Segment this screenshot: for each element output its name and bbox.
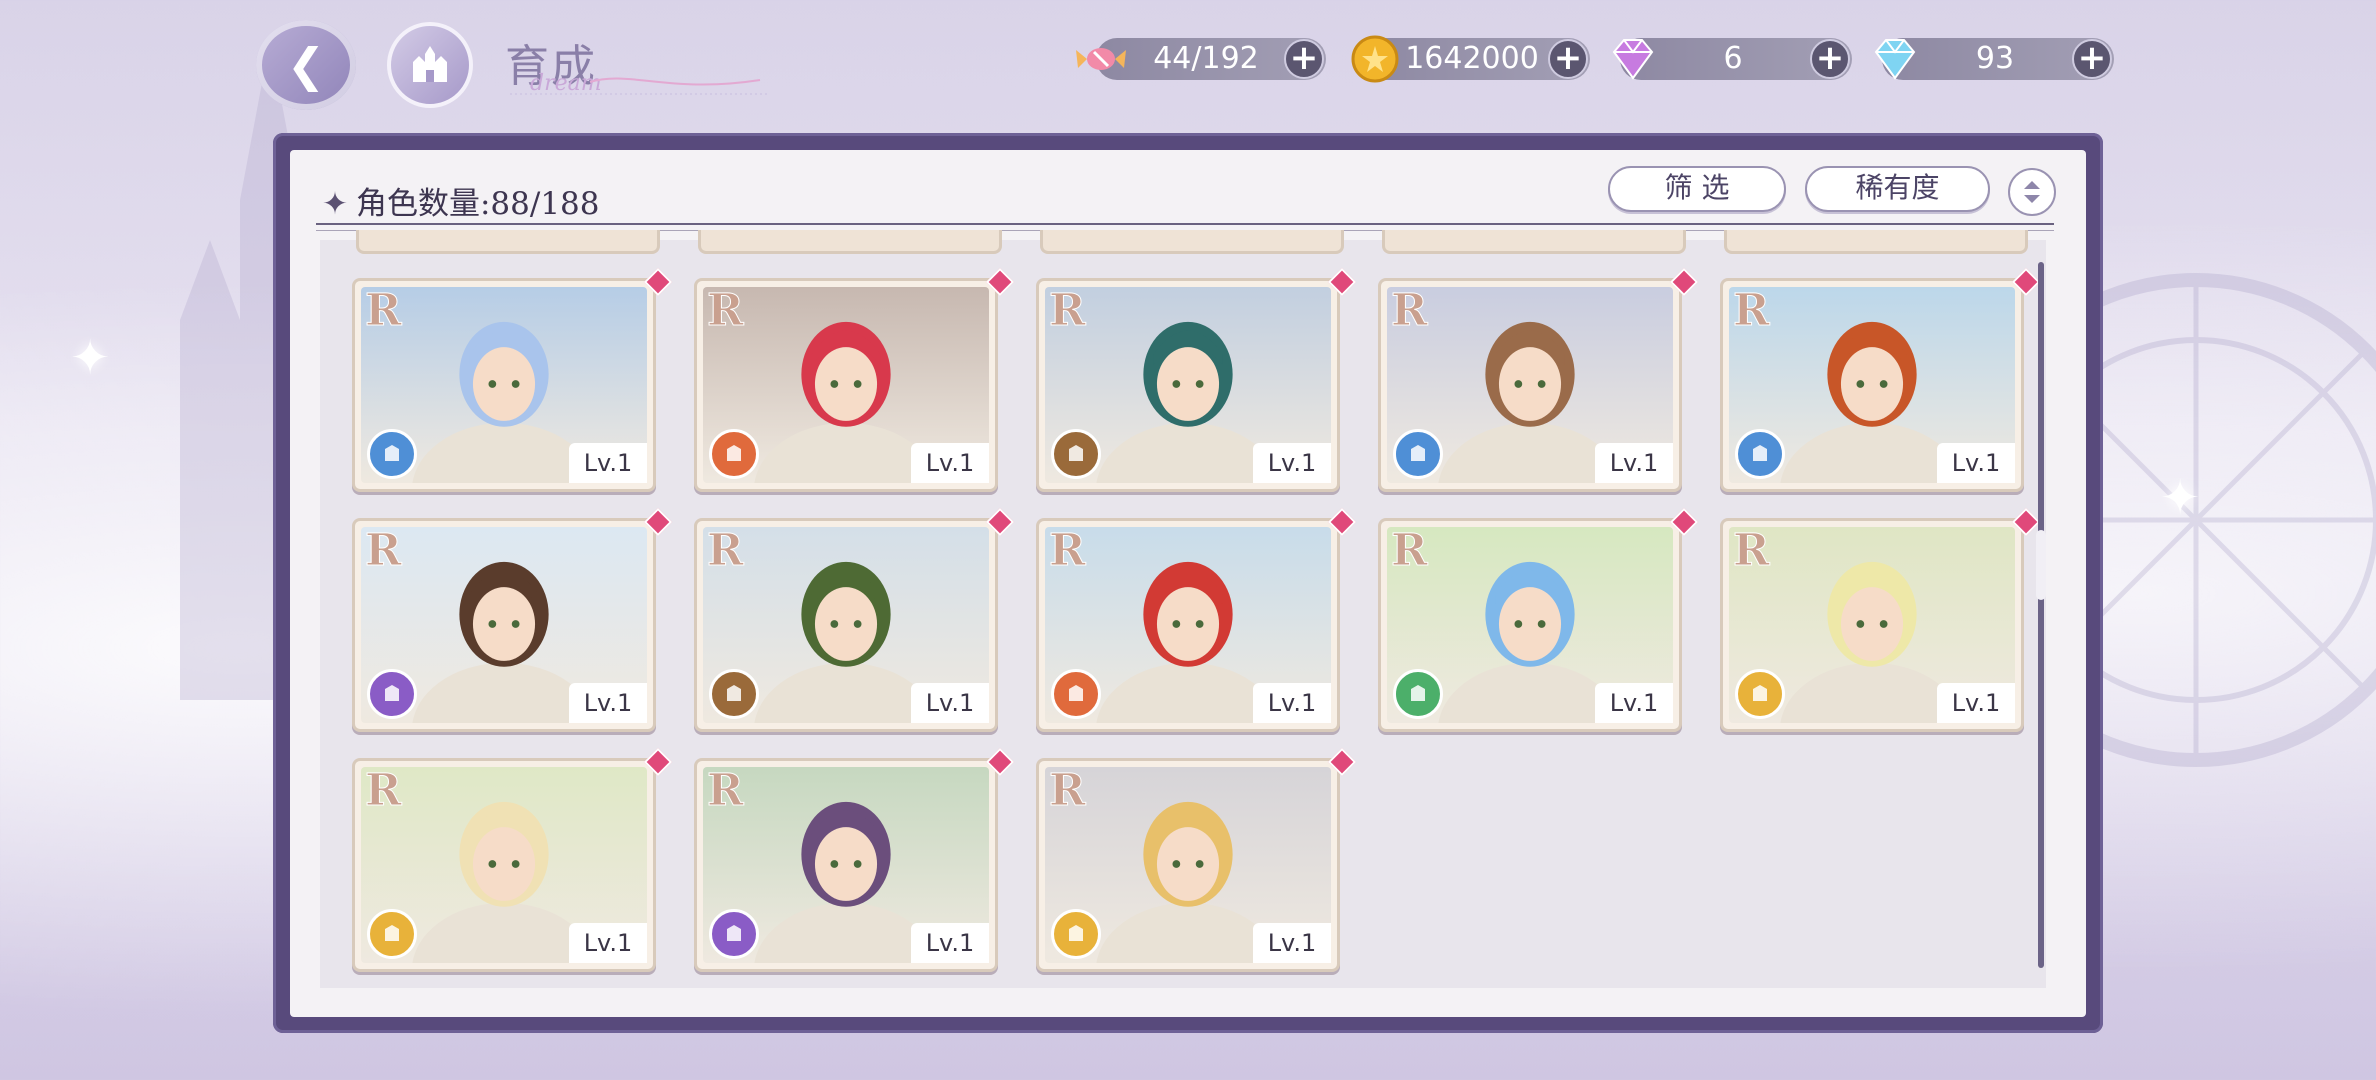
character-card[interactable]: R Lv.1 — [1378, 278, 1682, 492]
sort-order-button[interactable] — [2008, 168, 2056, 216]
back-button[interactable]: ❮ — [256, 20, 356, 110]
rarity-label: R — [365, 285, 403, 337]
stamina-value: 44/192 — [1153, 41, 1259, 76]
coin-add-button[interactable]: + — [1548, 39, 1588, 79]
role-icon — [709, 669, 759, 719]
gem-icon — [1612, 39, 1654, 80]
rarity-label: R — [1049, 285, 1087, 337]
level-label: Lv.1 — [1253, 923, 1331, 963]
character-card[interactable]: R Lv.1 — [1036, 758, 1340, 972]
character-card[interactable]: R Lv.1 — [1720, 518, 2024, 732]
level-label: Lv.1 — [1253, 443, 1331, 483]
character-card[interactable]: R Lv.1 — [352, 518, 656, 732]
level-label: Lv.1 — [911, 923, 989, 963]
rarity-label: R — [707, 765, 745, 817]
role-icon — [367, 909, 417, 959]
diamond-counter: 93 + — [1874, 38, 2114, 80]
level-label: Lv.1 — [911, 443, 989, 483]
character-card[interactable]: R Lv.1 — [352, 278, 656, 492]
character-card[interactable]: R Lv.1 — [694, 518, 998, 732]
role-icon — [367, 429, 417, 479]
rarity-label: R — [1391, 285, 1429, 337]
rarity-label: R — [707, 285, 745, 337]
coin-icon — [1351, 35, 1399, 83]
level-label: Lv.1 — [1253, 683, 1331, 723]
rarity-label: R — [365, 525, 403, 577]
character-card[interactable]: R Lv.1 — [1720, 278, 2024, 492]
role-icon — [1051, 909, 1101, 959]
role-icon — [1051, 429, 1101, 479]
castle-home-icon — [413, 46, 447, 82]
diamond-value: 93 — [1975, 41, 2015, 76]
title-deco-text: dream — [530, 71, 602, 96]
role-icon — [1735, 669, 1785, 719]
rarity-label: R — [365, 765, 403, 817]
role-icon — [709, 429, 759, 479]
character-card[interactable]: R Lv.1 — [694, 278, 998, 492]
stamina-counter: 44/192 + — [1076, 38, 1326, 80]
character-count: ✦ 角色数量:88/188 — [322, 178, 600, 223]
home-button[interactable] — [387, 22, 473, 108]
header-divider — [316, 223, 2054, 225]
level-label: Lv.1 — [569, 443, 647, 483]
stamina-add-button[interactable]: + — [1284, 39, 1324, 79]
coin-counter: 1642000 + — [1351, 35, 1590, 83]
partial-card — [356, 230, 660, 254]
role-icon — [367, 669, 417, 719]
character-card[interactable]: R Lv.1 — [1036, 518, 1340, 732]
sort-order-icon — [2024, 181, 2040, 203]
partial-card — [1382, 230, 1686, 254]
level-label: Lv.1 — [1595, 443, 1673, 483]
premium-gem-add-button[interactable]: + — [1810, 39, 1850, 79]
character-card[interactable]: R Lv.1 — [352, 758, 656, 972]
rarity-label: R — [1733, 525, 1771, 577]
premium-gem-value: 6 — [1723, 41, 1743, 76]
role-icon — [1393, 669, 1443, 719]
character-card[interactable]: R Lv.1 — [694, 758, 998, 972]
level-label: Lv.1 — [569, 923, 647, 963]
coin-value: 1642000 — [1405, 41, 1539, 76]
premium-gem-counter: 6 + — [1612, 38, 1852, 80]
partial-card — [1040, 230, 1344, 254]
role-icon — [1051, 669, 1101, 719]
rarity-label: R — [1049, 525, 1087, 577]
role-icon — [1393, 429, 1443, 479]
diamond-icon — [1874, 39, 1916, 80]
level-label: Lv.1 — [1937, 683, 2015, 723]
diamond-add-button[interactable]: + — [2072, 39, 2112, 79]
role-icon — [709, 909, 759, 959]
partial-card — [698, 230, 1002, 254]
character-card[interactable]: R Lv.1 — [1036, 278, 1340, 492]
rarity-label: R — [707, 525, 745, 577]
back-arrow-icon: ❮ — [286, 38, 326, 92]
sparkle-icon: ✦ — [322, 186, 348, 222]
scrollbar-track[interactable] — [2038, 262, 2044, 968]
candy-icon — [1076, 48, 1126, 70]
character-card[interactable]: R Lv.1 — [1378, 518, 1682, 732]
level-label: Lv.1 — [911, 683, 989, 723]
rarity-label: R — [1391, 525, 1429, 577]
partial-card — [1724, 230, 2028, 254]
filter-button[interactable]: 筛 选 — [1608, 166, 1786, 212]
rarity-label: R — [1733, 285, 1771, 337]
sparkle-decoration: ✦ — [70, 330, 111, 386]
level-label: Lv.1 — [569, 683, 647, 723]
level-label: Lv.1 — [1937, 443, 2015, 483]
title-decoration: dream — [510, 71, 770, 96]
sparkle-decoration: ✦ — [2160, 470, 2201, 526]
rarity-sort-button[interactable]: 稀有度 — [1805, 166, 1990, 212]
level-label: Lv.1 — [1595, 683, 1673, 723]
rarity-label: R — [1049, 765, 1087, 817]
role-icon — [1735, 429, 1785, 479]
scrollbar-thumb[interactable] — [2036, 530, 2046, 600]
character-count-text: 角色数量:88/188 — [355, 186, 600, 222]
